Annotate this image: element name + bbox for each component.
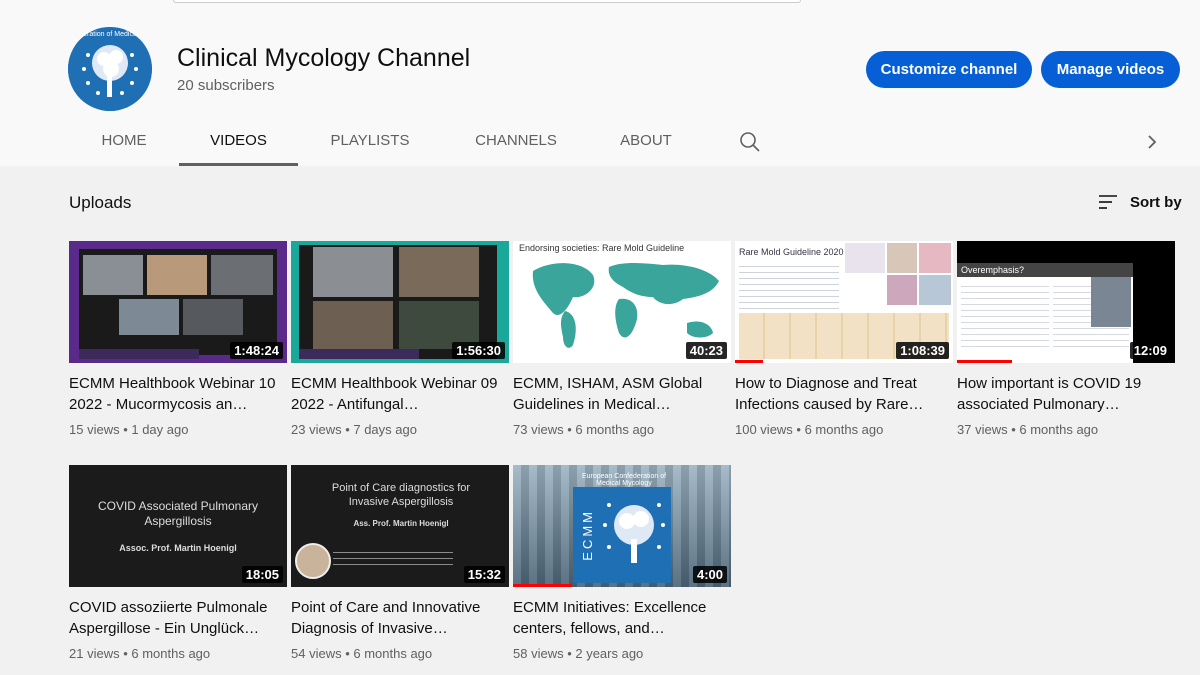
tab-playlists[interactable]: PLAYLISTS bbox=[310, 118, 430, 166]
view-count: 15 views bbox=[69, 422, 120, 437]
video-duration: 12:09 bbox=[1129, 342, 1171, 359]
watch-progress-bar bbox=[513, 584, 572, 587]
ecmm-logo-text: ECMM bbox=[579, 509, 595, 561]
channel-tabs: HOME VIDEOS PLAYLISTS CHANNELS ABOUT bbox=[0, 118, 1200, 166]
view-count: 23 views bbox=[291, 422, 342, 437]
thumbnail-subtitle: Assoc. Prof. Martin Hoenigl bbox=[119, 543, 237, 553]
videos-content: Uploads Sort by 1:48:24 ECMM Healthbook … bbox=[0, 166, 1200, 675]
subscriber-count: 20 subscribers bbox=[177, 77, 275, 94]
presenter-avatar bbox=[295, 543, 331, 579]
video-thumbnail[interactable]: 1:56:30 bbox=[291, 241, 509, 363]
watch-progress-bar bbox=[735, 360, 763, 363]
video-thumbnail[interactable]: Overemphasis? 12:09 bbox=[957, 241, 1175, 363]
view-count: 58 views bbox=[513, 646, 564, 661]
upload-age: 6 months ago bbox=[131, 646, 211, 661]
channel-title: Clinical Mycology Channel bbox=[177, 44, 471, 72]
video-title[interactable]: ECMM Initiatives: Excellence centers, fe… bbox=[513, 597, 731, 639]
video-thumbnail[interactable]: Endorsing societies: Rare Mold Guideline… bbox=[513, 241, 731, 363]
view-count: 54 views bbox=[291, 646, 342, 661]
video-card[interactable]: Overemphasis? 12:09 How important is COV… bbox=[957, 241, 1175, 437]
video-thumbnail[interactable]: Point of Care diagnostics for Invasive A… bbox=[291, 465, 509, 587]
video-meta: 37 views • 6 months ago bbox=[957, 422, 1099, 437]
video-duration: 4:00 bbox=[692, 566, 727, 583]
view-count: 100 views bbox=[735, 422, 793, 437]
video-duration: 1:48:24 bbox=[230, 342, 283, 359]
sort-by-label: Sort by bbox=[1130, 193, 1182, 211]
video-title[interactable]: ECMM Healthbook Webinar 10 2022 - Mucorm… bbox=[69, 373, 287, 415]
view-count: 37 views bbox=[957, 422, 1008, 437]
ecmm-logo-icon: eration of Medica bbox=[68, 27, 152, 111]
channel-avatar[interactable]: eration of Medica bbox=[68, 27, 152, 111]
upload-age: 6 months ago bbox=[353, 646, 433, 661]
video-thumbnail[interactable]: Rare Mold Guideline 2020 1:08:39 bbox=[735, 241, 953, 363]
thumbnail-caption: Rare Mold Guideline 2020 bbox=[739, 247, 844, 257]
upload-age: 6 months ago bbox=[804, 422, 884, 437]
video-card[interactable]: 1:48:24 ECMM Healthbook Webinar 10 2022 … bbox=[69, 241, 287, 437]
watch-progress-bar bbox=[957, 360, 1012, 363]
chevron-right-icon[interactable] bbox=[1140, 130, 1164, 154]
thumbnail-caption: Overemphasis? bbox=[961, 265, 1025, 275]
video-meta: 73 views • 6 months ago bbox=[513, 422, 655, 437]
video-card[interactable]: Endorsing societies: Rare Mold Guideline… bbox=[513, 241, 731, 437]
tab-videos[interactable]: VIDEOS bbox=[179, 118, 298, 166]
sort-by-button[interactable]: Sort by bbox=[1098, 190, 1182, 214]
video-meta: 15 views • 1 day ago bbox=[69, 422, 189, 437]
tab-channels[interactable]: CHANNELS bbox=[456, 118, 576, 166]
channel-header: eration of Medica Clinical Mycology Chan… bbox=[0, 0, 1200, 166]
video-card[interactable]: Point of Care diagnostics for Invasive A… bbox=[291, 465, 509, 661]
video-meta: 100 views • 6 months ago bbox=[735, 422, 884, 437]
view-count: 73 views bbox=[513, 422, 564, 437]
view-count: 21 views bbox=[69, 646, 120, 661]
video-duration: 40:23 bbox=[685, 342, 727, 359]
upload-age: 1 day ago bbox=[131, 422, 189, 437]
tab-about[interactable]: ABOUT bbox=[596, 118, 696, 166]
video-title[interactable]: COVID assoziierte Pulmonale Aspergillose… bbox=[69, 597, 287, 639]
svg-text:eration of Medica: eration of Medica bbox=[83, 31, 137, 38]
tab-home[interactable]: HOME bbox=[69, 118, 179, 166]
video-meta: 21 views • 6 months ago bbox=[69, 646, 211, 661]
video-duration: 1:08:39 bbox=[896, 342, 949, 359]
search-icon[interactable] bbox=[738, 130, 762, 154]
manage-videos-button[interactable]: Manage videos bbox=[1041, 51, 1180, 88]
video-meta: 23 views • 7 days ago bbox=[291, 422, 417, 437]
video-title[interactable]: ECMM Healthbook Webinar 09 2022 - Antifu… bbox=[291, 373, 509, 415]
video-duration: 18:05 bbox=[241, 566, 283, 583]
ecmm-tree-icon bbox=[603, 503, 665, 563]
video-title[interactable]: Point of Care and Innovative Diagnosis o… bbox=[291, 597, 509, 639]
thumbnail-subtitle: Ass. Prof. Martin Hoenigl bbox=[353, 519, 449, 528]
video-thumbnail[interactable]: 1:48:24 bbox=[69, 241, 287, 363]
sort-icon bbox=[1099, 195, 1117, 209]
upload-age: 6 months ago bbox=[1019, 422, 1099, 437]
video-card[interactable]: COVID Associated Pulmonary Aspergillosis… bbox=[69, 465, 287, 661]
thumbnail-caption: European Confederation of Medical Mycolo… bbox=[581, 473, 667, 487]
upload-age: 2 years ago bbox=[575, 646, 644, 661]
search-bar-partial[interactable] bbox=[173, 0, 801, 3]
video-thumbnail[interactable]: COVID Associated Pulmonary Aspergillosis… bbox=[69, 465, 287, 587]
thumbnail-caption: Point of Care diagnostics for Invasive A… bbox=[331, 482, 471, 508]
video-card[interactable]: Rare Mold Guideline 2020 1:08:39 How to … bbox=[735, 241, 953, 437]
customize-channel-button[interactable]: Customize channel bbox=[866, 51, 1032, 88]
video-card[interactable]: European Confederation of Medical Mycolo… bbox=[513, 465, 731, 661]
video-title[interactable]: How important is COVID 19 associated Pul… bbox=[957, 373, 1175, 415]
video-meta: 54 views • 6 months ago bbox=[291, 646, 433, 661]
video-meta: 58 views • 2 years ago bbox=[513, 646, 644, 661]
video-duration: 15:32 bbox=[463, 566, 505, 583]
video-title[interactable]: How to Diagnose and Treat Infections cau… bbox=[735, 373, 953, 415]
section-title: Uploads bbox=[69, 193, 132, 212]
video-duration: 1:56:30 bbox=[452, 342, 505, 359]
video-card[interactable]: 1:56:30 ECMM Healthbook Webinar 09 2022 … bbox=[291, 241, 509, 437]
video-title[interactable]: ECMM, ISHAM, ASM Global Guidelines in Me… bbox=[513, 373, 731, 415]
upload-age: 6 months ago bbox=[575, 422, 655, 437]
video-thumbnail[interactable]: European Confederation of Medical Mycolo… bbox=[513, 465, 731, 587]
thumbnail-caption: COVID Associated Pulmonary Aspergillosis bbox=[97, 499, 259, 528]
upload-age: 7 days ago bbox=[353, 422, 417, 437]
